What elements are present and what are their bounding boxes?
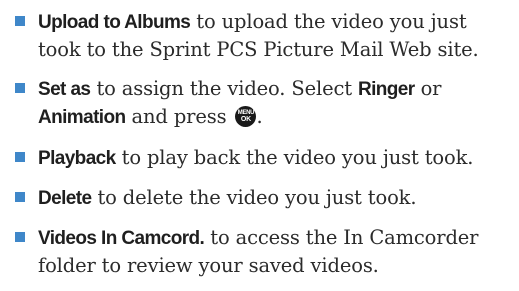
option-term: Set as (38, 79, 91, 100)
option-term-ringer: Ringer (357, 79, 415, 100)
square-bullet-icon (15, 152, 25, 162)
option-description: to assign the video. Select (90, 77, 358, 100)
option-list: Upload to Albums to upload the video you… (10, 8, 515, 291)
list-item-set-as: Set as to assign the video. Select Ringe… (10, 75, 515, 131)
option-term-animation: Animation (38, 107, 126, 128)
option-term: Delete (38, 188, 92, 209)
option-term: Videos In Camcord. (38, 228, 205, 249)
option-term: Upload to Albums (38, 12, 191, 33)
list-item-upload-to-albums: Upload to Albums to upload the video you… (10, 8, 515, 63)
option-description: and press (125, 105, 233, 128)
manual-page: Upload to Albums to upload the video you… (0, 0, 519, 277)
option-term: Playback (38, 148, 116, 169)
square-bullet-icon (15, 232, 25, 242)
list-item-videos-in-camcord: Videos In Camcord. to access the In Camc… (10, 224, 515, 279)
menu-ok-key-icon: MENU OK (235, 106, 257, 127)
list-item-delete: Delete to delete the video you just took… (10, 184, 515, 212)
option-description: to delete the video you just took. (91, 186, 417, 209)
list-item-playback: Playback to play back the video you just… (10, 144, 515, 172)
option-description: . (256, 105, 263, 128)
option-description: or (414, 77, 442, 100)
square-bullet-icon (15, 16, 25, 26)
square-bullet-icon (15, 83, 25, 93)
option-description: to play back the video you just took. (115, 146, 474, 169)
square-bullet-icon (15, 192, 25, 202)
